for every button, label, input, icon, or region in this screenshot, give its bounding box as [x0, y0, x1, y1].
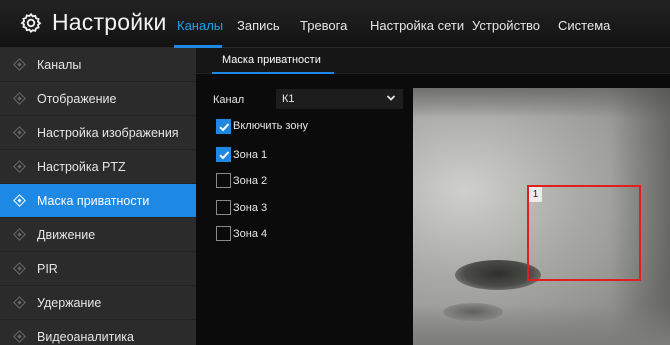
zone-4-label: Зона 4 — [233, 228, 268, 240]
sidebar-item-pir[interactable]: PIR — [0, 252, 196, 286]
sidebar-item-display[interactable]: Отображение — [0, 82, 196, 116]
sidebar-item-channels[interactable]: Каналы — [0, 48, 196, 82]
sidebar-item-label: Удержание — [37, 296, 102, 310]
page-title: Настройки — [52, 9, 167, 35]
gear-icon — [20, 12, 42, 34]
diamond-bullet-icon — [13, 330, 26, 343]
sidebar: Каналы Отображение Настройка изображения… — [0, 48, 196, 345]
check-icon — [219, 123, 230, 132]
diamond-bullet-icon — [13, 262, 26, 275]
sidebar-item-video-analytics[interactable]: Видеоаналитика — [0, 320, 196, 345]
zone-3-checkbox[interactable] — [216, 200, 231, 215]
active-subtab-indicator — [212, 72, 334, 74]
diamond-bullet-icon — [13, 126, 26, 139]
chevron-down-icon — [386, 95, 396, 101]
tab-network[interactable]: Настройка сети — [370, 18, 464, 33]
sidebar-item-label: Настройка изображения — [37, 126, 179, 140]
tab-privacy-mask[interactable]: Маска приватности — [212, 48, 331, 74]
diamond-bullet-icon — [13, 58, 26, 71]
tab-device[interactable]: Устройство — [472, 18, 540, 33]
video-foreground — [413, 305, 670, 345]
sidebar-item-label: Настройка PTZ — [37, 160, 126, 174]
sidebar-item-label: Отображение — [37, 92, 117, 106]
tab-record[interactable]: Запись — [237, 18, 280, 33]
sidebar-item-hold[interactable]: Удержание — [0, 286, 196, 320]
sidebar-item-label: PIR — [37, 262, 58, 276]
subtab-bar: Маска приватности — [196, 48, 670, 74]
top-bar: Настройки Каналы Запись Тревога Настройк… — [0, 0, 670, 48]
zone-3-label: Зона 3 — [233, 202, 268, 214]
zone-1-label: Зона 1 — [233, 149, 268, 161]
zone-1-checkbox[interactable] — [216, 147, 231, 162]
check-icon — [219, 151, 230, 160]
zone-2-label: Зона 2 — [233, 175, 268, 187]
channel-select[interactable]: К1 — [276, 89, 403, 109]
diamond-bullet-icon — [13, 160, 26, 173]
diamond-bullet-icon — [13, 296, 26, 309]
sidebar-item-label: Движение — [37, 228, 96, 242]
privacy-zone-1[interactable] — [527, 185, 641, 281]
privacy-zone-1-number: 1 — [529, 187, 542, 202]
enable-zone-label: Включить зону — [233, 120, 309, 132]
diamond-bullet-icon — [13, 92, 26, 105]
tab-channels[interactable]: Каналы — [177, 18, 223, 33]
sidebar-item-label: Каналы — [37, 58, 82, 72]
enable-zone-checkbox[interactable] — [216, 119, 231, 134]
sidebar-item-label: Видеоаналитика — [37, 330, 135, 344]
zone-2-checkbox[interactable] — [216, 173, 231, 188]
zone-4-checkbox[interactable] — [216, 226, 231, 241]
sidebar-item-image-settings[interactable]: Настройка изображения — [0, 116, 196, 150]
channel-select-value: К1 — [282, 93, 295, 105]
video-preview[interactable]: 1 — [413, 88, 670, 345]
sidebar-item-ptz[interactable]: Настройка PTZ — [0, 150, 196, 184]
sidebar-item-privacy-mask[interactable]: Маска приватности — [0, 184, 196, 218]
tab-alarm[interactable]: Тревога — [300, 18, 347, 33]
channel-label: Канал — [213, 94, 245, 106]
sidebar-item-label: Маска приватности — [37, 194, 150, 208]
diamond-bullet-icon — [13, 194, 26, 207]
diamond-bullet-icon — [13, 228, 26, 241]
sidebar-item-motion[interactable]: Движение — [0, 218, 196, 252]
tab-system[interactable]: Система — [558, 18, 610, 33]
